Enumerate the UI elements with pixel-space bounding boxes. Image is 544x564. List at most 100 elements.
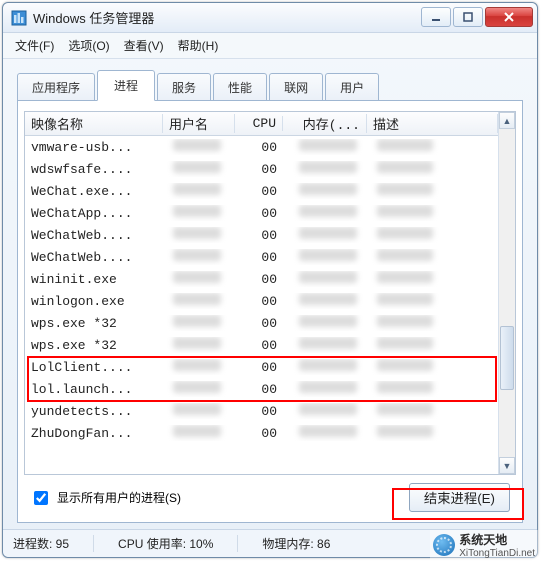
cell-description xyxy=(367,161,498,177)
cell-user-name xyxy=(163,161,235,177)
table-row[interactable]: WeChat.exe...00 xyxy=(25,180,498,202)
col-memory[interactable]: 内存(... xyxy=(283,114,367,133)
table-row[interactable]: WeChatWeb....00 xyxy=(25,224,498,246)
tab-performance[interactable]: 性能 xyxy=(213,73,267,101)
cell-image-name: wdswfsafe.... xyxy=(25,162,163,177)
minimize-button[interactable] xyxy=(421,7,451,27)
show-all-users-label: 显示所有用户的进程(S) xyxy=(57,489,181,506)
close-button[interactable] xyxy=(485,7,533,27)
cell-cpu: 00 xyxy=(235,140,283,155)
cell-description xyxy=(367,293,498,309)
cell-cpu: 00 xyxy=(235,272,283,287)
tab-processes[interactable]: 进程 xyxy=(97,70,155,101)
cell-image-name: winlogon.exe xyxy=(25,294,163,309)
col-user-name[interactable]: 用户名 xyxy=(163,114,235,133)
col-image-name[interactable]: 映像名称 xyxy=(25,114,163,133)
cell-description xyxy=(367,249,498,265)
cell-memory xyxy=(283,183,367,199)
cell-user-name xyxy=(163,381,235,397)
cell-cpu: 00 xyxy=(235,360,283,375)
cell-memory xyxy=(283,227,367,243)
cell-user-name xyxy=(163,293,235,309)
cell-memory xyxy=(283,359,367,375)
cell-description xyxy=(367,227,498,243)
cell-memory xyxy=(283,205,367,221)
table-row[interactable]: wininit.exe 00 xyxy=(25,268,498,290)
cell-user-name xyxy=(163,205,235,221)
cell-memory xyxy=(283,337,367,353)
cell-user-name xyxy=(163,359,235,375)
cell-description xyxy=(367,271,498,287)
task-manager-icon xyxy=(11,10,27,26)
scroll-thumb[interactable] xyxy=(500,326,514,390)
col-cpu[interactable]: CPU xyxy=(235,116,283,131)
table-row[interactable]: vmware-usb... 00 xyxy=(25,136,498,158)
cell-description xyxy=(367,403,498,419)
cell-image-name: ZhuDongFan... xyxy=(25,426,163,441)
col-description[interactable]: 描述 xyxy=(367,114,498,133)
table-row[interactable]: wps.exe *3200 xyxy=(25,312,498,334)
cell-memory xyxy=(283,315,367,331)
cell-cpu: 00 xyxy=(235,338,283,353)
scroll-track[interactable] xyxy=(499,129,515,457)
cell-image-name: lol.launch... xyxy=(25,382,163,397)
cell-description xyxy=(367,381,498,397)
cell-memory xyxy=(283,139,367,155)
tab-applications[interactable]: 应用程序 xyxy=(17,73,95,101)
cell-user-name xyxy=(163,249,235,265)
scroll-down-button[interactable]: ▼ xyxy=(499,457,515,474)
cell-image-name: wininit.exe xyxy=(25,272,163,287)
menu-view[interactable]: 查看(V) xyxy=(124,37,164,54)
cell-image-name: WeChatWeb.... xyxy=(25,228,163,243)
status-cpu-usage: CPU 使用率: 10% xyxy=(118,535,238,552)
cell-cpu: 00 xyxy=(235,250,283,265)
table-row[interactable]: wps.exe *32 00 xyxy=(25,334,498,356)
table-row[interactable]: winlogon.exe00 xyxy=(25,290,498,312)
table-row[interactable]: yundetects...00 xyxy=(25,400,498,422)
cell-image-name: wps.exe *32 xyxy=(25,338,163,353)
cell-image-name: vmware-usb... xyxy=(25,140,163,155)
tab-users[interactable]: 用户 xyxy=(325,73,379,101)
cell-memory xyxy=(283,293,367,309)
cell-cpu: 00 xyxy=(235,184,283,199)
cell-user-name xyxy=(163,315,235,331)
table-row[interactable]: WeChatApp....00 xyxy=(25,202,498,224)
tab-networking[interactable]: 联网 xyxy=(269,73,323,101)
table-row[interactable]: wdswfsafe.... 00 xyxy=(25,158,498,180)
menu-options[interactable]: 选项(O) xyxy=(68,37,109,54)
cell-user-name xyxy=(163,403,235,419)
table-row[interactable]: lol.launch...00 xyxy=(25,378,498,400)
menu-help[interactable]: 帮助(H) xyxy=(178,37,219,54)
show-all-users-checkbox[interactable]: 显示所有用户的进程(S) xyxy=(30,488,181,508)
tabstrip: 应用程序 进程 服务 性能 联网 用户 xyxy=(3,59,537,100)
cell-user-name xyxy=(163,227,235,243)
cell-description xyxy=(367,139,498,155)
cell-memory xyxy=(283,381,367,397)
watermark-url: XiTongTianDi.net xyxy=(459,548,535,559)
cell-description xyxy=(367,425,498,441)
table-row[interactable]: LolClient.... 00 xyxy=(25,356,498,378)
cell-memory xyxy=(283,271,367,287)
cell-cpu: 00 xyxy=(235,162,283,177)
cell-image-name: LolClient.... xyxy=(25,360,163,375)
maximize-button[interactable] xyxy=(453,7,483,27)
tab-services[interactable]: 服务 xyxy=(157,73,211,101)
process-list: 映像名称 用户名 CPU 内存(... 描述 vmware-usb...00wd… xyxy=(24,111,516,475)
vertical-scrollbar[interactable]: ▲ ▼ xyxy=(498,112,515,474)
cell-memory xyxy=(283,425,367,441)
table-row[interactable]: WeChatWeb....00 xyxy=(25,246,498,268)
menu-file[interactable]: 文件(F) xyxy=(15,37,54,54)
cell-image-name: wps.exe *32 xyxy=(25,316,163,331)
cell-memory xyxy=(283,161,367,177)
scroll-up-button[interactable]: ▲ xyxy=(499,112,515,129)
cell-cpu: 00 xyxy=(235,404,283,419)
cell-description xyxy=(367,359,498,375)
watermark: 系统天地 XiTongTianDi.net xyxy=(430,530,538,560)
cell-user-name xyxy=(163,271,235,287)
titlebar[interactable]: Windows 任务管理器 xyxy=(3,3,537,33)
show-all-users-input[interactable] xyxy=(34,491,48,505)
table-row[interactable]: ZhuDongFan... 00 xyxy=(25,422,498,444)
end-process-button[interactable]: 结束进程(E) xyxy=(409,483,510,512)
cell-user-name xyxy=(163,183,235,199)
cell-cpu: 00 xyxy=(235,426,283,441)
